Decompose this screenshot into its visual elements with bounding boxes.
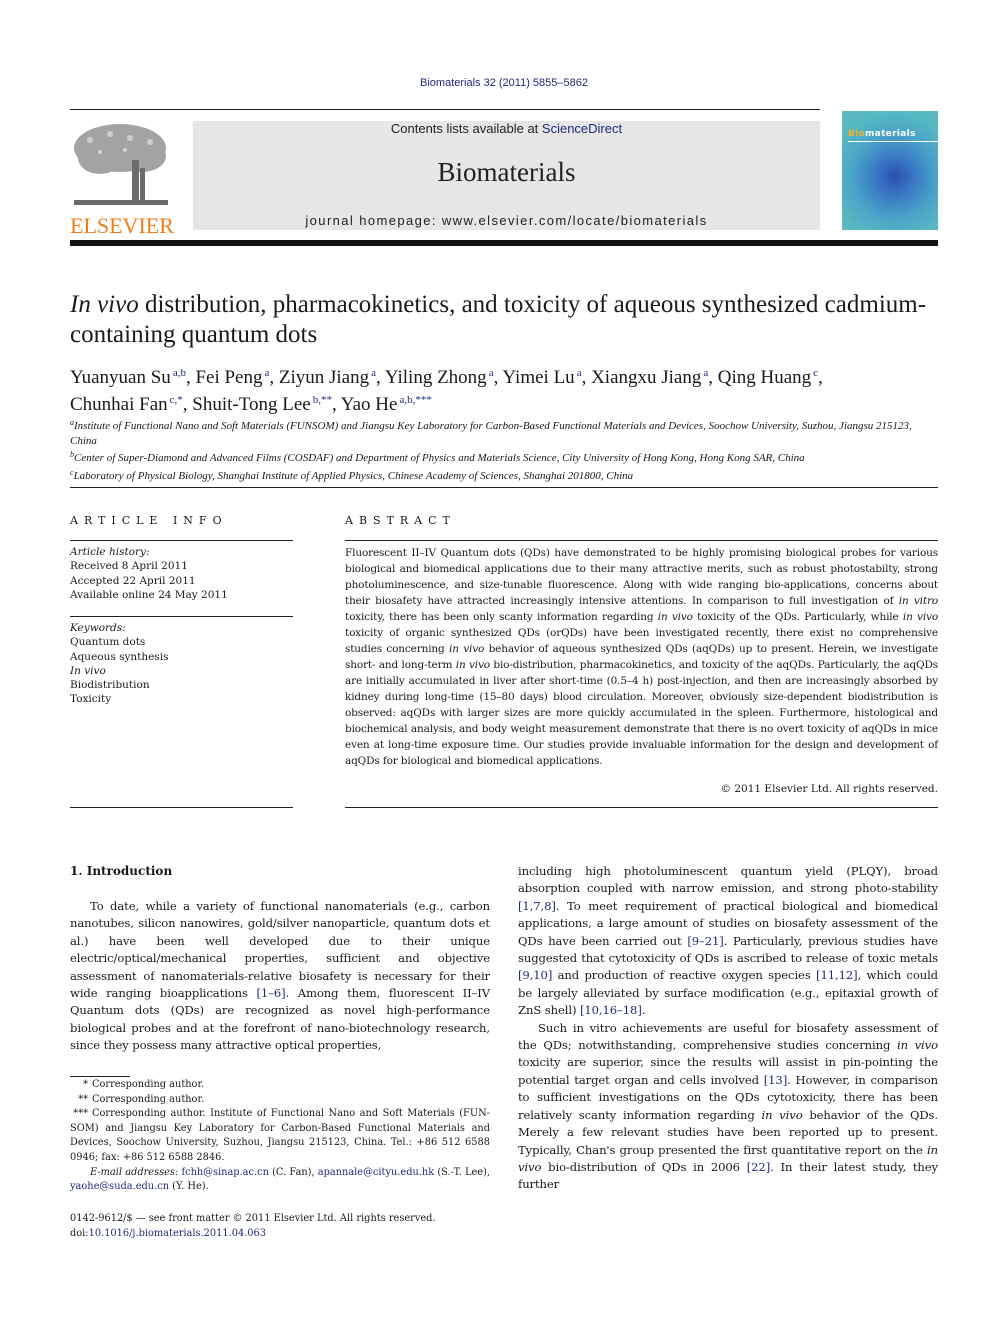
footnote: * Corresponding author. bbox=[83, 1079, 205, 1090]
affiliation: cLaboratory of Physical Biology, Shangha… bbox=[70, 467, 634, 482]
author[interactable]: Xiangxu Jiang a bbox=[591, 367, 708, 388]
section-heading: 1. Introduction bbox=[70, 864, 173, 878]
article-title: In vivo distribution, pharmacokinetics, … bbox=[70, 291, 927, 348]
paragraph: Such in vitro achievements are useful fo… bbox=[518, 1020, 939, 1192]
received-date: Received 8 April 2011 bbox=[70, 560, 188, 573]
citation-link[interactable]: [13] bbox=[764, 1073, 788, 1087]
footnote: ** Corresponding author. bbox=[78, 1093, 205, 1105]
author[interactable]: Qing Huang c bbox=[718, 367, 818, 388]
footnote-rule bbox=[70, 1076, 130, 1077]
divider bbox=[70, 487, 938, 488]
citation-link[interactable]: [22] bbox=[747, 1160, 771, 1174]
author-list: Yuanyuan Su a,b, Fei Peng a, Ziyun Jiang a,… bbox=[70, 367, 823, 415]
abstract-heading: ABSTRACT bbox=[345, 514, 456, 527]
doi-link[interactable]: 10.1016/j.biomaterials.2011.04.063 bbox=[89, 1228, 266, 1239]
keyword: Aqueous synthesis bbox=[70, 650, 169, 663]
citation-link[interactable]: [11,12] bbox=[816, 968, 858, 982]
divider bbox=[345, 540, 938, 541]
author[interactable]: Chunhai Fan c,* bbox=[70, 394, 183, 415]
header-top-rule bbox=[70, 109, 820, 110]
email-addresses: E-mail addresses: fchh@sinap.ac.cn (C. F… bbox=[70, 1166, 491, 1193]
affiliation: bCenter of Super-Diamond and Advanced Fi… bbox=[70, 450, 805, 464]
journal-citation[interactable]: Biomaterials 32 (2011) 5855–5862 bbox=[0, 77, 992, 89]
email-link[interactable]: apannale@cityu.edu.hk bbox=[318, 1167, 434, 1178]
keyword: Toxicity bbox=[70, 693, 112, 706]
email-link[interactable]: fchh@sinap.ac.cn bbox=[181, 1167, 268, 1178]
cover-title: Biomaterials bbox=[848, 129, 916, 139]
body-column-left: To date, while a variety of functional n… bbox=[70, 898, 490, 1055]
author[interactable]: Yao He a,b,*** bbox=[341, 394, 432, 415]
paragraph: To date, while a variety of functional n… bbox=[70, 899, 490, 1053]
front-matter: 0142-9612/$ — see front matter © 2011 El… bbox=[70, 1212, 490, 1241]
citation-link[interactable]: [9,10] bbox=[518, 968, 552, 982]
footnotes: * Corresponding author. ** Corresponding a… bbox=[70, 1078, 490, 1195]
journal-banner: Contents lists available at ScienceDirec… bbox=[193, 121, 820, 230]
divider bbox=[70, 616, 293, 617]
elsevier-tree-icon bbox=[70, 120, 172, 212]
citation-link[interactable]: [1,7,8] bbox=[518, 899, 556, 913]
citation-link[interactable]: [1–6] bbox=[256, 986, 285, 1000]
article-history: Article history: Received 8 April 2011 A… bbox=[70, 545, 293, 602]
author[interactable]: Yimei Lu a bbox=[502, 367, 581, 388]
keyword: Quantum dots bbox=[70, 636, 146, 649]
homepage-link[interactable]: www.elsevier.com/locate/biomaterials bbox=[442, 213, 708, 228]
affiliation: aInstitute of Functional Nano and Soft M… bbox=[70, 418, 912, 447]
abstract-body: Fluorescent II–IV Quantum dots (QDs) hav… bbox=[345, 547, 939, 767]
accepted-date: Accepted 22 April 2011 bbox=[70, 574, 196, 587]
online-date: Available online 24 May 2011 bbox=[70, 588, 228, 601]
article-info-heading: ARTICLE INFO bbox=[70, 514, 228, 527]
elsevier-wordmark: ELSEVIER bbox=[70, 213, 174, 238]
journal-cover-thumbnail[interactable]: Biomaterials bbox=[842, 111, 938, 230]
paragraph: including high photoluminescent quantum … bbox=[518, 864, 939, 1018]
divider bbox=[70, 807, 293, 808]
journal-name: Biomaterials bbox=[437, 157, 576, 187]
issn-line: 0142-9612/$ — see front matter © 2011 El… bbox=[70, 1213, 436, 1224]
cover-divider bbox=[848, 141, 938, 142]
affiliations: aInstitute of Functional Nano and Soft M… bbox=[70, 416, 938, 483]
author[interactable]: Yuanyuan Su a,b bbox=[70, 367, 186, 388]
email-link[interactable]: yaohe@suda.edu.cn bbox=[70, 1181, 169, 1192]
keyword: Biodistribution bbox=[70, 679, 150, 692]
doi-line: doi:10.1016/j.biomaterials.2011.04.063 bbox=[70, 1227, 267, 1239]
keywords: Keywords: Quantum dots Aqueous synthesis… bbox=[70, 621, 293, 707]
divider bbox=[70, 540, 293, 541]
body-column-right: including high photoluminescent quantum … bbox=[518, 863, 938, 1194]
header-bottom-rule bbox=[70, 240, 938, 246]
author[interactable]: Fei Peng a bbox=[195, 367, 269, 388]
sciencedirect-link[interactable]: ScienceDirect bbox=[542, 121, 622, 136]
citation-link[interactable]: [10,16–18] bbox=[580, 1003, 642, 1017]
keyword: In vivo bbox=[70, 664, 106, 677]
copyright-notice: © 2011 Elsevier Ltd. All rights reserved… bbox=[720, 783, 938, 795]
journal-homepage: journal homepage: www.elsevier.com/locat… bbox=[305, 213, 708, 228]
divider bbox=[345, 807, 938, 808]
contents-availability: Contents lists available at ScienceDirec… bbox=[390, 121, 623, 136]
author[interactable]: Yiling Zhong a bbox=[385, 367, 494, 388]
author[interactable]: Shuit-Tong Lee b,** bbox=[192, 394, 332, 415]
author[interactable]: Ziyun Jiang a bbox=[279, 367, 376, 388]
citation-link[interactable]: [9–21] bbox=[687, 934, 723, 948]
footnote: *** Corresponding author. Institute of Fu… bbox=[70, 1108, 490, 1163]
elsevier-logo[interactable]: ELSEVIER bbox=[70, 120, 174, 237]
